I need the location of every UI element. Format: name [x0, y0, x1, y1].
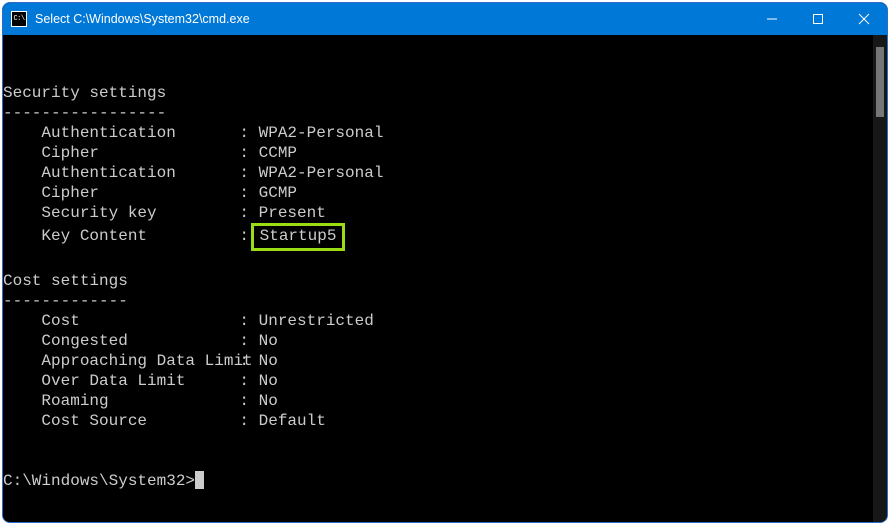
minimize-icon [767, 14, 777, 24]
kv-key: Security key [41, 203, 239, 223]
titlebar[interactable]: C:\ Select C:\Windows\System32\cmd.exe [3, 3, 887, 35]
kv-key: Cipher [41, 183, 239, 203]
kv-row: Congested: No [3, 332, 278, 350]
kv-value: WPA2-Personal [259, 164, 384, 182]
kv-key: Key Content [41, 226, 239, 246]
kv-row: Cipher: GCMP [3, 184, 297, 202]
kv-key: Authentication [41, 123, 239, 143]
terminal-output[interactable]: Security settings ----------------- Auth… [3, 35, 873, 522]
kv-value: Startup5 [260, 227, 337, 245]
terminal-area: Security settings ----------------- Auth… [3, 35, 887, 522]
prompt-line: C:\Windows\System32> [3, 472, 204, 490]
kv-key: Cipher [41, 143, 239, 163]
kv-row: Over Data Limit: No [3, 372, 278, 390]
kv-key: Approaching Data Limit [41, 351, 239, 371]
kv-key: Over Data Limit [41, 371, 239, 391]
key-content-highlight: Startup5 [251, 223, 346, 251]
kv-value: GCMP [259, 184, 297, 202]
kv-key: Cost Source [41, 411, 239, 431]
kv-value: WPA2-Personal [259, 124, 384, 142]
close-icon [858, 13, 870, 25]
blank-line [3, 432, 13, 450]
kv-value: Default [259, 412, 326, 430]
kv-value: Unrestricted [259, 312, 374, 330]
maximize-icon [813, 14, 823, 24]
kv-key: Authentication [41, 163, 239, 183]
security-divider: ----------------- [3, 104, 166, 122]
kv-row: Cost Source: Default [3, 412, 326, 430]
prompt-text: C:\Windows\System32> [3, 472, 195, 490]
kv-value: No [259, 352, 278, 370]
blank-line [3, 64, 13, 82]
kv-value: Present [259, 204, 326, 222]
kv-row: Security key: Present [3, 204, 326, 222]
window-controls [749, 3, 887, 35]
blank-line [3, 252, 13, 270]
kv-value: No [259, 392, 278, 410]
scrollbar[interactable] [873, 35, 887, 522]
kv-row: Authentication: WPA2-Personal [3, 164, 383, 182]
cmd-icon: C:\ [11, 11, 27, 27]
kv-value: CCMP [259, 144, 297, 162]
security-header: Security settings [3, 84, 166, 102]
kv-row: Cipher: CCMP [3, 144, 297, 162]
blank-line [3, 452, 13, 470]
maximize-button[interactable] [795, 3, 841, 35]
kv-row: Key Content: Startup5 [3, 227, 345, 245]
kv-value: No [259, 332, 278, 350]
kv-value: No [259, 372, 278, 390]
close-button[interactable] [841, 3, 887, 35]
window-title: Select C:\Windows\System32\cmd.exe [35, 12, 749, 26]
cmd-window: C:\ Select C:\Windows\System32\cmd.exe S… [2, 2, 888, 523]
cursor [195, 471, 204, 489]
kv-key: Congested [41, 331, 239, 351]
minimize-button[interactable] [749, 3, 795, 35]
scrollbar-thumb[interactable] [876, 47, 884, 117]
kv-row: Cost: Unrestricted [3, 312, 374, 330]
cost-header: Cost settings [3, 272, 128, 290]
kv-row: Roaming: No [3, 392, 278, 410]
kv-key: Cost [41, 311, 239, 331]
kv-row: Approaching Data Limit: No [3, 352, 278, 370]
cost-divider: ------------- [3, 292, 128, 310]
kv-row: Authentication: WPA2-Personal [3, 124, 383, 142]
kv-key: Roaming [41, 391, 239, 411]
